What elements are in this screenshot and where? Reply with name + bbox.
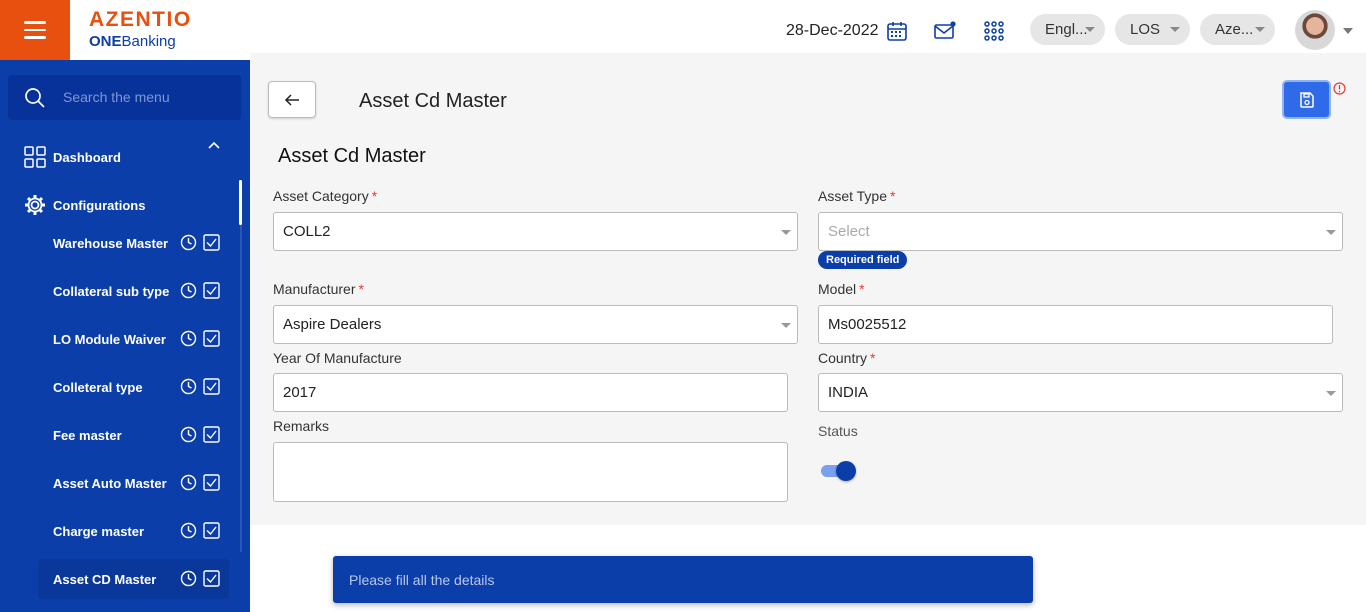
checkbox-icon[interactable] xyxy=(203,522,220,539)
dropdown-arrow-icon xyxy=(1326,391,1336,396)
checkbox-icon[interactable] xyxy=(203,234,220,251)
dropdown-arrow-icon xyxy=(781,230,791,235)
sidebar-subitem[interactable]: Asset Auto Master xyxy=(38,463,229,503)
section-title: Asset Cd Master xyxy=(278,145,426,167)
menu-search xyxy=(8,75,241,120)
sidebar-subitem-label: Asset CD Master xyxy=(53,571,157,587)
arrow-left-icon xyxy=(284,93,299,106)
module-select[interactable]: LOS xyxy=(1115,14,1190,45)
country-select[interactable]: INDIA xyxy=(818,373,1343,412)
clock-icon[interactable] xyxy=(180,282,197,299)
checkbox-icon[interactable] xyxy=(203,570,220,587)
year-of-manufacture-label: Year Of Manufacture xyxy=(273,350,402,366)
asset-category-select[interactable]: COLL2 xyxy=(273,212,798,251)
validation-toast: Please fill all the details xyxy=(333,556,1033,603)
asset-type-select[interactable]: Select xyxy=(818,212,1343,251)
search-input[interactable] xyxy=(63,85,233,109)
save-icon xyxy=(1299,91,1314,108)
sidebar-subitem-label: LO Module Waiver xyxy=(53,331,166,347)
error-icon xyxy=(1333,82,1346,95)
search-icon xyxy=(25,88,45,108)
entity-select[interactable]: Aze... xyxy=(1200,14,1275,45)
dropdown-arrow-icon xyxy=(781,323,791,328)
apps-grid-icon[interactable] xyxy=(983,20,1005,42)
remarks-textarea[interactable] xyxy=(273,442,788,502)
checkbox-icon[interactable] xyxy=(203,330,220,347)
clock-icon[interactable] xyxy=(180,570,197,587)
hamburger-icon xyxy=(24,21,46,24)
sidebar-subitem[interactable]: Fee master xyxy=(38,415,229,455)
clock-icon[interactable] xyxy=(180,522,197,539)
sidebar-subitem-label: Colleteral type xyxy=(53,379,143,395)
asset-type-label: Asset Type * xyxy=(818,188,896,204)
gear-icon xyxy=(25,195,45,215)
profile-menu-chevron-icon[interactable] xyxy=(1343,28,1353,34)
checkbox-icon[interactable] xyxy=(203,426,220,443)
current-date: 28-Dec-2022 xyxy=(786,22,879,39)
checkbox-icon[interactable] xyxy=(203,378,220,395)
status-toggle[interactable] xyxy=(821,461,857,481)
sidebar-subitem[interactable]: Collateral sub type xyxy=(38,271,229,311)
menu-toggle-button[interactable] xyxy=(0,0,70,60)
required-field-badge: Required field xyxy=(818,251,908,269)
sidebar-subitem[interactable]: Asset CD Master xyxy=(38,559,229,599)
status-label: Status xyxy=(818,423,858,439)
sidebar-subitem-label: Asset Auto Master xyxy=(53,475,167,491)
sidebar-subitem-label: Warehouse Master xyxy=(53,235,169,251)
country-label: Country * xyxy=(818,350,876,366)
checkbox-icon[interactable] xyxy=(203,474,220,491)
scrollbar-thumb[interactable] xyxy=(239,180,242,225)
sidebar-subitem-label: Fee master xyxy=(53,427,122,443)
asset-category-label: Asset Category * xyxy=(273,188,378,204)
logo-brand: AZENTIO xyxy=(89,8,192,31)
clock-icon[interactable] xyxy=(180,378,197,395)
manufacturer-select[interactable]: Aspire Dealers xyxy=(273,305,798,344)
avatar[interactable] xyxy=(1295,10,1335,50)
clock-icon[interactable] xyxy=(180,474,197,491)
calendar-icon[interactable] xyxy=(886,20,908,42)
scrollbar-track[interactable] xyxy=(240,180,242,552)
sidebar-item-configurations[interactable]: Configurations xyxy=(24,194,145,216)
sidebar-subitem[interactable]: Colleteral type xyxy=(38,367,229,407)
logo: AZENTIO ONEBanking xyxy=(89,8,192,50)
clock-icon[interactable] xyxy=(180,426,197,443)
back-button[interactable] xyxy=(268,81,316,118)
sidebar-subitem[interactable]: LO Module Waiver xyxy=(38,319,229,359)
sidebar-subitem-label: Charge master xyxy=(53,523,145,539)
model-input[interactable]: Ms0025512 xyxy=(818,305,1333,344)
sidebar-item-dashboard[interactable]: Dashboard xyxy=(24,146,121,168)
clock-icon[interactable] xyxy=(180,234,197,251)
chevron-up-icon[interactable] xyxy=(208,141,220,149)
checkbox-icon[interactable] xyxy=(203,282,220,299)
top-bar: AZENTIO ONEBanking 28-Dec-2022 Engl... L… xyxy=(0,0,1366,60)
year-of-manufacture-input[interactable]: 2017 xyxy=(273,373,788,412)
mail-icon[interactable] xyxy=(934,20,956,42)
language-select[interactable]: Engl... xyxy=(1030,14,1105,45)
save-button[interactable] xyxy=(1282,80,1331,119)
sidebar-subitem[interactable]: Warehouse Master xyxy=(38,223,229,263)
remarks-label: Remarks xyxy=(273,418,330,434)
manufacturer-label: Manufacturer * xyxy=(273,281,364,297)
chevron-down-icon xyxy=(1170,27,1180,32)
dashboard-icon xyxy=(24,146,46,168)
dropdown-arrow-icon xyxy=(1326,230,1336,235)
logo-subtitle: ONEBanking xyxy=(89,33,176,50)
model-label: Model * xyxy=(818,281,865,297)
chevron-down-icon xyxy=(1085,27,1095,32)
sidebar-subitem[interactable]: Charge master xyxy=(38,511,229,551)
sidebar-subitem-label: Collateral sub type xyxy=(53,283,170,299)
clock-icon[interactable] xyxy=(180,330,197,347)
page-title: Asset Cd Master xyxy=(359,90,507,112)
chevron-down-icon xyxy=(1255,27,1265,32)
